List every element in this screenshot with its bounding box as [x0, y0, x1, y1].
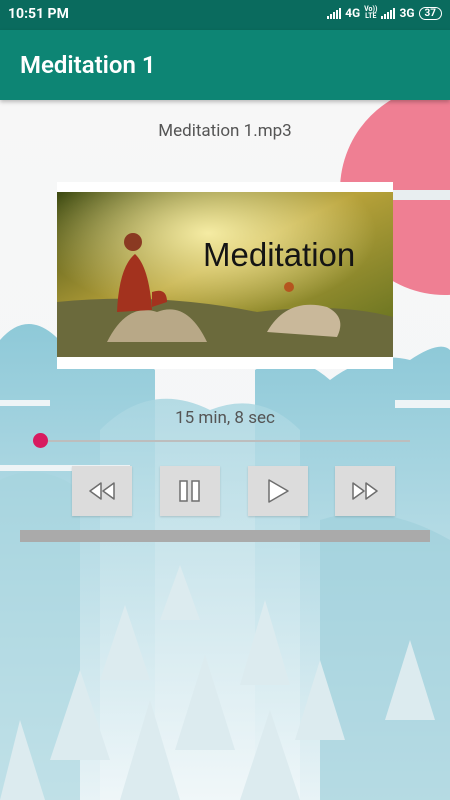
app-title: Meditation 1 — [20, 51, 156, 79]
play-button[interactable] — [248, 466, 308, 516]
signal-icon — [327, 7, 342, 19]
rewind-button[interactable] — [72, 466, 132, 516]
pause-button[interactable] — [160, 466, 220, 516]
signal-icon-2 — [381, 7, 396, 19]
progress-bar — [20, 530, 430, 542]
track-duration: 15 min, 8 sec — [175, 408, 275, 428]
cover-title: Meditation — [203, 236, 356, 273]
fast-forward-icon — [352, 482, 378, 500]
status-bar: 10:51 PM 4G Vo)) LTE 3G 37 — [0, 0, 450, 30]
rewind-icon — [89, 482, 115, 500]
cover-art: Meditation — [57, 182, 393, 369]
status-icons: 4G Vo)) LTE 3G 37 — [327, 6, 442, 20]
status-time: 10:51 PM — [8, 6, 69, 22]
seek-thumb[interactable] — [33, 433, 48, 448]
battery-icon: 37 — [418, 6, 442, 20]
volte-icon: Vo)) LTE — [364, 5, 378, 20]
seek-bar[interactable] — [40, 440, 410, 442]
app-bar: Meditation 1 — [0, 30, 450, 100]
fast-forward-button[interactable] — [335, 466, 395, 516]
network-type-2: 3G — [399, 6, 415, 20]
play-icon — [268, 479, 289, 503]
network-type-1: 4G — [345, 6, 361, 20]
track-file-name: Meditation 1.mp3 — [158, 121, 292, 141]
pause-icon — [179, 480, 200, 502]
cover-image — [57, 192, 393, 357]
